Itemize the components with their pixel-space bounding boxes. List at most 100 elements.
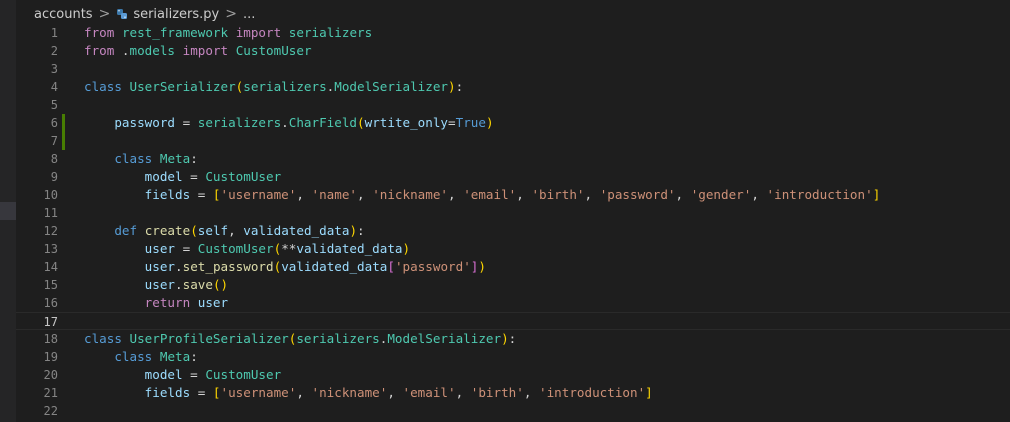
code-token: serializers <box>197 115 282 130</box>
code-token: validated_data <box>281 259 388 274</box>
code-line[interactable]: 7 <box>16 132 1010 150</box>
code-line[interactable]: 18 class UserProfileSerializer(serializer… <box>16 330 1010 348</box>
code-token: return <box>144 295 191 310</box>
line-number: 9 <box>50 170 58 184</box>
code-token: 'gender' <box>690 187 752 202</box>
code-token: password <box>114 115 176 130</box>
code-token: user <box>144 241 176 256</box>
code-line[interactable]: 4 class UserSerializer(serializers.ModelS… <box>16 78 1010 96</box>
line-number: 19 <box>43 350 58 364</box>
code-token: Meta <box>159 349 191 364</box>
breadcrumb-folder[interactable]: accounts <box>34 7 93 22</box>
code-line[interactable]: 15 user.save() <box>16 276 1010 294</box>
code-token: class <box>114 349 153 364</box>
code-line[interactable]: 12 def create(self, validated_data): <box>16 222 1010 240</box>
code-token: model <box>144 367 183 382</box>
code-token: user <box>197 295 229 310</box>
line-number: 22 <box>43 404 58 418</box>
code-text: class Meta: <box>84 150 198 168</box>
code-line[interactable]: 1 from rest_framework import serializers <box>16 24 1010 42</box>
code-text: return user <box>84 294 228 312</box>
code-token: [ <box>212 187 221 202</box>
chevron-right-icon: > <box>98 6 111 22</box>
code-token: import <box>235 25 282 40</box>
code-text: class UserSerializer(serializers.ModelSe… <box>84 78 463 96</box>
code-token: ) <box>485 115 494 130</box>
code-line[interactable]: 20 model = CustomUser <box>16 366 1010 384</box>
code-token: ModelSerializer <box>334 79 448 94</box>
code-line[interactable]: 6 password = serializers.CharField(wrtit… <box>16 114 1010 132</box>
code-token: 'password' <box>394 259 471 274</box>
code-token: : <box>190 151 198 166</box>
code-token: CharField <box>288 115 358 130</box>
code-token: True <box>455 115 486 130</box>
code-text: model = CustomUser <box>84 366 282 384</box>
code-token: , <box>516 187 532 202</box>
code-token: wrtite_only <box>364 115 449 130</box>
code-token: , <box>296 385 312 400</box>
code-line[interactable]: 10 fields = ['username', 'name', 'nickna… <box>16 186 1010 204</box>
code-line[interactable]: 13 user = CustomUser(**validated_data) <box>16 240 1010 258</box>
code-text: fields = ['username', 'nickname', 'email… <box>84 384 653 402</box>
line-number: 21 <box>43 386 58 400</box>
code-token: 'introduction' <box>766 187 873 202</box>
code-line[interactable]: 17 <box>16 312 1010 330</box>
code-token: : <box>357 223 365 238</box>
code-token: save <box>182 277 213 292</box>
code-line[interactable]: 9 model = CustomUser <box>16 168 1010 186</box>
code-token: user <box>144 259 176 274</box>
code-token: [ <box>387 259 395 274</box>
code-token: ** <box>281 241 297 256</box>
code-token: , <box>675 187 691 202</box>
code-text: class UserProfileSerializer(serializers.… <box>84 330 516 348</box>
code-token: ] <box>872 187 881 202</box>
line-number: 10 <box>43 188 58 202</box>
code-token: class <box>84 331 122 346</box>
breadcrumb-file[interactable]: serializers.py <box>133 7 219 22</box>
code-token: class <box>114 151 153 166</box>
code-token: def <box>114 223 138 238</box>
code-token: , <box>448 187 464 202</box>
line-number: 6 <box>50 116 58 130</box>
code-line[interactable]: 8 class Meta: <box>16 150 1010 168</box>
code-line[interactable]: 5 <box>16 96 1010 114</box>
code-token: UserProfileSerializer <box>129 331 289 346</box>
code-token: from <box>84 25 115 40</box>
code-token: 'email' <box>463 187 517 202</box>
code-token: ( <box>357 115 365 130</box>
line-number: 11 <box>43 206 58 220</box>
code-line[interactable]: 22 <box>16 402 1010 420</box>
code-line[interactable]: 19 class Meta: <box>16 348 1010 366</box>
breadcrumb-symbols[interactable]: ... <box>243 7 255 22</box>
code-token: validated_data <box>296 241 403 256</box>
code-token: 'introduction' <box>539 385 646 400</box>
code-line[interactable]: 3 <box>16 60 1010 78</box>
code-token: ) <box>349 223 358 238</box>
code-token: 'password' <box>599 187 676 202</box>
code-token: user <box>144 277 176 292</box>
line-number: 16 <box>43 296 58 310</box>
code-line[interactable]: 11 <box>16 204 1010 222</box>
code-text: password = serializers.CharField(wrtite_… <box>84 114 494 132</box>
code-line[interactable]: 2 from .models import CustomUser <box>16 42 1010 60</box>
activity-bar-active-item[interactable] <box>0 202 16 220</box>
code-token: create <box>144 223 191 238</box>
code-token: 'username' <box>220 385 297 400</box>
code-line[interactable]: 21 fields = ['username', 'nickname', 'em… <box>16 384 1010 402</box>
code-line[interactable]: 16 return user <box>16 294 1010 312</box>
code-token: fields <box>144 187 191 202</box>
code-token: : <box>508 331 517 346</box>
line-number: 12 <box>43 224 58 238</box>
code-text: user.set_password(validated_data['passwo… <box>84 258 486 276</box>
code-token: , <box>455 385 471 400</box>
code-line[interactable]: 14 user.set_password(validated_data['pas… <box>16 258 1010 276</box>
code-token: , <box>584 187 600 202</box>
code-editor[interactable]: 1 from rest_framework import serializers 2… <box>16 24 1010 422</box>
code-token: import <box>182 43 229 58</box>
code-token: . <box>114 43 130 58</box>
